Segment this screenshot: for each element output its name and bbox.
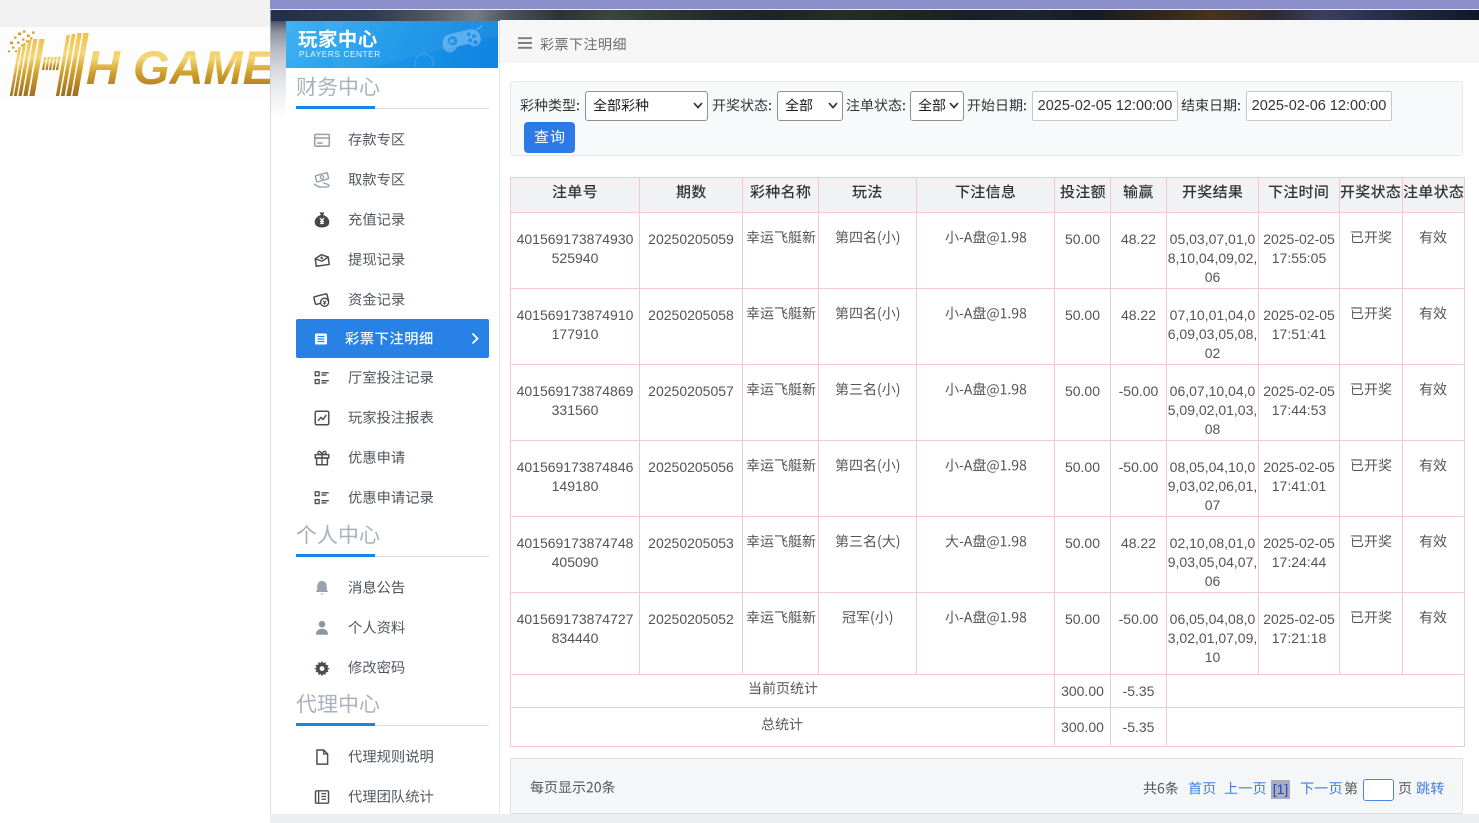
svg-text:H GAME: H GAME [86,41,270,94]
